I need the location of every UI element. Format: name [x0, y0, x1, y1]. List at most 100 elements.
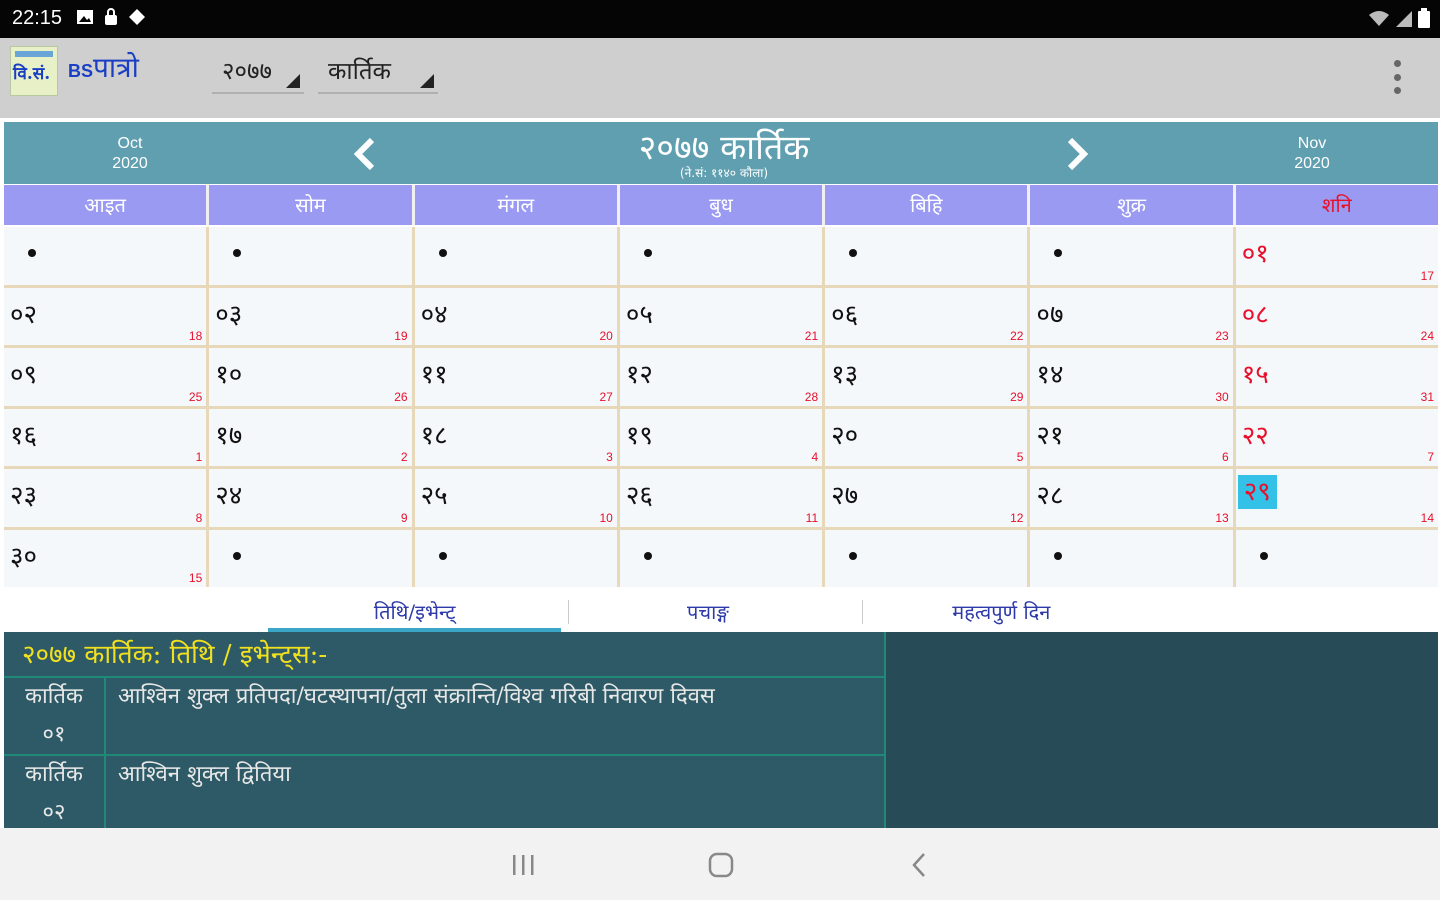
calendar-day-cell[interactable]: १५ 31 [1235, 348, 1438, 406]
calendar-day-cell[interactable]: ०२ 18 [4, 287, 207, 345]
app-logo: वि.सं. [10, 46, 58, 96]
notification-icons [76, 8, 146, 26]
calendar-empty-cell [825, 529, 1028, 587]
year-value: २०७७ [222, 57, 272, 85]
calendar-day-cell[interactable]: १६ 1 [4, 408, 207, 466]
weekday-mon: सोम [209, 185, 415, 225]
tab-important-days[interactable]: महत्वपुर्ण दिन [855, 594, 1148, 632]
calendar-day-cell[interactable]: ३० 15 [4, 529, 207, 587]
calendar-day-cell[interactable]: २४ 9 [209, 469, 412, 527]
english-date: 18 [188, 329, 203, 343]
english-date: 10 [599, 510, 613, 525]
calendar-day-cell[interactable]: ०५ 21 [619, 287, 823, 345]
english-date: 1 [195, 450, 203, 464]
calendar-day-cell[interactable]: ०३ 19 [209, 287, 412, 345]
english-date: 20 [599, 329, 613, 343]
english-date: 3 [606, 450, 613, 464]
prev-month-label[interactable]: Oct 2020 [100, 134, 160, 174]
calendar-empty-cell [209, 529, 412, 587]
calendar-day-cell[interactable]: ०७ 23 [1030, 287, 1233, 345]
system-icons [1368, 8, 1430, 28]
calendar-day-cell[interactable]: २१ 6 [1030, 408, 1233, 466]
event-text: आश्विन शुक्ल द्वितिया [118, 762, 291, 787]
home-icon[interactable] [706, 850, 736, 880]
empty-day-dot [1054, 551, 1063, 560]
recents-icon[interactable] [508, 850, 538, 880]
calendar-day-cell[interactable]: ०९ 25 [4, 348, 207, 406]
english-date: 22 [1010, 329, 1024, 343]
month-selector[interactable]: कार्तिक [318, 48, 438, 94]
english-date: 23 [1215, 329, 1229, 343]
empty-day-dot [28, 249, 36, 257]
english-date: 7 [1427, 450, 1434, 464]
event-text: आश्विन शुक्ल प्रतिपदा/घटस्थापना/तुला संक… [118, 684, 715, 709]
calendar-day-cell[interactable]: २९ 14 [1235, 469, 1438, 527]
weekday-fri: शुक्र [1030, 185, 1236, 225]
chevron-right-icon[interactable] [1062, 136, 1092, 172]
calendar-empty-cell [1235, 529, 1438, 587]
english-date: 24 [1420, 329, 1434, 343]
nepali-date: १६ [10, 420, 38, 451]
calendar-empty-cell [1030, 227, 1233, 285]
image-icon [77, 10, 93, 24]
calendar-day-cell[interactable]: १० 26 [209, 348, 412, 406]
nepali-date: ०६ [831, 299, 859, 330]
english-date: 6 [1222, 450, 1229, 464]
nepali-date: १५ [1241, 360, 1269, 390]
empty-day-dot [1054, 249, 1063, 257]
empty-day-dot [438, 249, 447, 257]
calendar-empty-cell [209, 227, 412, 285]
calendar-day-cell[interactable]: १३ 29 [825, 348, 1028, 406]
nepali-date: ०८ [1241, 299, 1269, 330]
nepali-date: ०९ [10, 360, 38, 390]
year-selector[interactable]: २०७७ [212, 48, 304, 94]
calendar-day-cell[interactable]: २७ 12 [825, 469, 1028, 527]
nepali-date: २४ [215, 481, 243, 511]
nepali-date: २० [831, 420, 859, 451]
weekday-tue: मंगल [414, 185, 620, 225]
tab-tithi-events[interactable]: तिथि/इभेन्ट् [268, 594, 562, 632]
calendar-day-cell[interactable]: ०१ 17 [1235, 227, 1438, 285]
tab-bar: तिथि/इभेन्ट् पचाङ्ग महत्वपुर्ण दिन [268, 594, 1148, 632]
nepali-date: ०३ [215, 299, 243, 330]
calendar-day-cell[interactable]: १७ 2 [209, 408, 412, 466]
english-date: 8 [195, 510, 203, 525]
calendar-day-cell[interactable]: १४ 30 [1030, 348, 1233, 406]
empty-day-dot [438, 551, 447, 560]
calendar-day-cell[interactable]: २२ 7 [1235, 408, 1438, 466]
next-month-label[interactable]: Nov 2020 [1282, 134, 1342, 174]
calendar-empty-cell [619, 529, 823, 587]
english-date: 27 [599, 389, 613, 404]
empty-day-dot [643, 249, 652, 257]
dropdown-arrow-icon [420, 74, 434, 88]
calendar-day-cell[interactable]: १९ 4 [619, 408, 823, 466]
back-icon[interactable] [904, 850, 934, 880]
nepali-date: २९ [1237, 475, 1277, 509]
tab-panchang[interactable]: पचाङ्ग [561, 594, 854, 632]
calendar-day-cell[interactable]: ०६ 22 [825, 287, 1028, 345]
battery-icon [1418, 8, 1430, 28]
english-date: 11 [805, 510, 819, 525]
lock-icon [105, 8, 117, 25]
calendar-day-cell[interactable]: २८ 13 [1030, 469, 1233, 527]
nepali-date: २२ [1241, 420, 1269, 451]
calendar-day-cell[interactable]: २६ 11 [619, 469, 823, 527]
calendar-day-cell[interactable]: ०८ 24 [1235, 287, 1438, 345]
event-row[interactable]: कार्तिक ०२ आश्विन शुक्ल द्वितिया [4, 756, 884, 832]
calendar-day-cell[interactable]: १२ 28 [619, 348, 823, 406]
calendar-day-cell[interactable]: २३ 8 [4, 469, 207, 527]
prev-month-year: 2020 [112, 155, 148, 172]
more-vert-icon[interactable] [1394, 60, 1402, 94]
english-date: 29 [1010, 389, 1024, 404]
calendar-day-cell[interactable]: ११ 27 [414, 348, 617, 406]
calendar-day-cell[interactable]: ०४ 20 [414, 287, 617, 345]
calendar-day-cell[interactable]: १८ 3 [414, 408, 617, 466]
event-row[interactable]: कार्तिक ०१ आश्विन शुक्ल प्रतिपदा/घटस्थाप… [4, 678, 884, 756]
nepali-date: ०७ [1036, 299, 1064, 330]
calendar-day-cell[interactable]: २० 5 [825, 408, 1028, 466]
nepali-date: ३० [10, 541, 38, 572]
english-date: 13 [1215, 510, 1229, 525]
calendar-day-cell[interactable]: २५ 10 [414, 469, 617, 527]
chevron-left-icon[interactable] [350, 136, 380, 172]
wifi-icon [1369, 11, 1389, 26]
